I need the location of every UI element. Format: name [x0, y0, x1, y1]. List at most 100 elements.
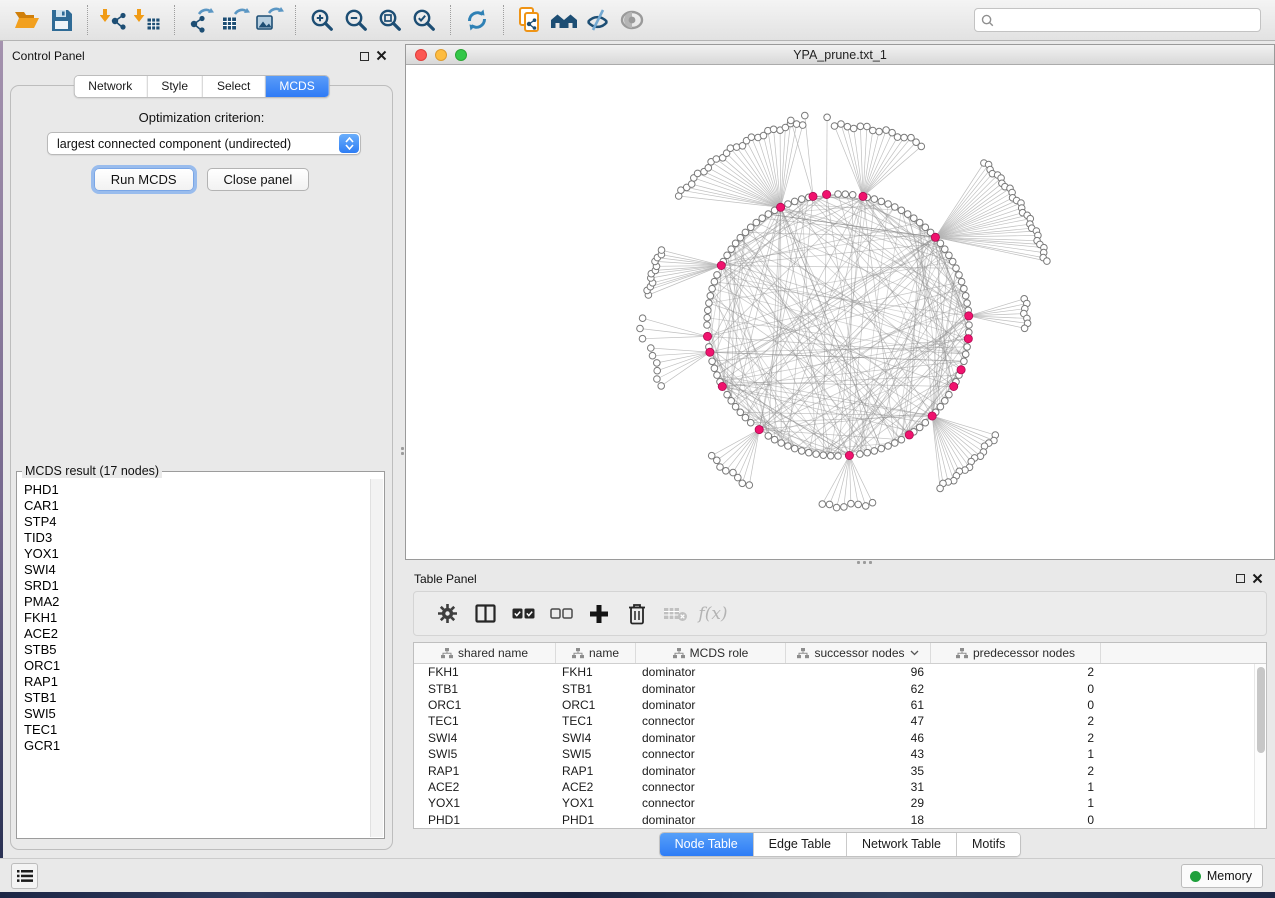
network-node[interactable]	[949, 258, 956, 265]
mcds-result-item[interactable]: PHD1	[24, 482, 370, 498]
network-node[interactable]	[885, 201, 892, 208]
network-node[interactable]	[848, 500, 855, 507]
network-hub-node[interactable]	[823, 190, 831, 198]
network-hub-node[interactable]	[703, 332, 711, 340]
float-panel-icon[interactable]	[1236, 574, 1245, 583]
mcds-result-item[interactable]: ORC1	[24, 658, 370, 674]
network-node[interactable]	[727, 145, 734, 152]
network-hub-node[interactable]	[859, 192, 867, 200]
mcds-result-item[interactable]: FKH1	[24, 610, 370, 626]
zoom-fit-icon[interactable]	[373, 5, 407, 35]
network-node[interactable]	[654, 360, 661, 367]
mcds-result-list[interactable]: PHD1CAR1STP4TID3YOX1SWI4SRD1PMA2FKH1ACE2…	[18, 480, 370, 837]
network-node[interactable]	[708, 452, 715, 459]
network-node[interactable]	[946, 391, 953, 398]
network-hub-node[interactable]	[717, 261, 725, 269]
column-header-name[interactable]: name	[556, 643, 636, 663]
network-hub-node[interactable]	[931, 233, 939, 241]
network-node[interactable]	[958, 278, 965, 285]
network-node[interactable]	[802, 112, 809, 119]
network-node[interactable]	[870, 127, 877, 134]
zoom-selected-icon[interactable]	[407, 5, 441, 35]
network-node[interactable]	[709, 285, 716, 292]
network-node[interactable]	[942, 246, 949, 253]
network-node[interactable]	[639, 315, 646, 322]
search-input[interactable]	[999, 13, 1254, 27]
network-hub-node[interactable]	[905, 431, 913, 439]
network-node[interactable]	[711, 365, 718, 372]
select-all-icon[interactable]	[504, 600, 542, 628]
network-node[interactable]	[707, 293, 714, 300]
mcds-result-item[interactable]: SRD1	[24, 578, 370, 594]
show-hide-annotations-icon[interactable]	[615, 5, 649, 35]
network-hub-node[interactable]	[809, 192, 817, 200]
network-node[interactable]	[878, 445, 885, 452]
network-hub-node[interactable]	[706, 348, 714, 356]
network-node[interactable]	[922, 224, 929, 231]
network-node[interactable]	[964, 300, 971, 307]
show-hide-panels-icon[interactable]	[547, 5, 581, 35]
network-node[interactable]	[746, 482, 753, 489]
network-hub-node[interactable]	[845, 451, 853, 459]
table-row[interactable]: YOX1YOX1connector291	[414, 795, 1254, 811]
add-column-icon[interactable]	[580, 600, 618, 628]
zoom-in-icon[interactable]	[305, 5, 339, 35]
delete-column-icon[interactable]	[618, 600, 656, 628]
network-node[interactable]	[704, 322, 711, 329]
tab-node-table[interactable]: Node Table	[660, 833, 754, 856]
mcds-result-item[interactable]: STP4	[24, 514, 370, 530]
network-node[interactable]	[894, 134, 901, 141]
network-node[interactable]	[961, 285, 968, 292]
network-node[interactable]	[705, 307, 712, 314]
network-node[interactable]	[730, 469, 737, 476]
network-node[interactable]	[765, 433, 772, 440]
network-node[interactable]	[737, 409, 744, 416]
column-header-successor-nodes[interactable]: successor nodes	[786, 643, 931, 663]
network-node[interactable]	[916, 219, 923, 226]
network-node[interactable]	[850, 125, 857, 132]
window-maximize-icon[interactable]	[455, 49, 467, 61]
refresh-icon[interactable]	[460, 5, 494, 35]
network-node[interactable]	[771, 436, 778, 443]
duplicate-network-icon[interactable]	[513, 5, 547, 35]
network-node[interactable]	[937, 485, 944, 492]
network-node[interactable]	[937, 403, 944, 410]
window-minimize-icon[interactable]	[435, 49, 447, 61]
network-node[interactable]	[962, 351, 969, 358]
open-folder-icon[interactable]	[10, 5, 44, 35]
network-node[interactable]	[937, 240, 944, 247]
network-node[interactable]	[791, 445, 798, 452]
network-node[interactable]	[713, 156, 720, 163]
tab-select[interactable]: Select	[203, 76, 265, 97]
network-node[interactable]	[724, 391, 731, 398]
export-image-icon[interactable]	[252, 5, 286, 35]
network-node[interactable]	[785, 201, 792, 208]
network-node[interactable]	[714, 272, 721, 279]
mcds-result-item[interactable]: SWI4	[24, 562, 370, 578]
network-node[interactable]	[1021, 325, 1028, 332]
network-node[interactable]	[892, 440, 899, 447]
network-hub-node[interactable]	[777, 203, 785, 211]
mcds-result-item[interactable]: ACE2	[24, 626, 370, 642]
save-icon[interactable]	[44, 5, 78, 35]
network-node[interactable]	[871, 196, 878, 203]
network-node[interactable]	[857, 451, 864, 458]
network-node[interactable]	[871, 448, 878, 455]
network-node[interactable]	[911, 215, 918, 222]
mcds-result-scrollbar[interactable]	[370, 479, 383, 837]
network-node[interactable]	[827, 453, 834, 460]
network-node[interactable]	[765, 211, 772, 218]
table-row[interactable]: SWI4SWI4dominator462	[414, 730, 1254, 746]
network-node[interactable]	[864, 123, 871, 130]
column-header-MCDS-role[interactable]: MCDS role	[636, 643, 786, 663]
network-node[interactable]	[742, 229, 749, 236]
network-node[interactable]	[876, 128, 883, 135]
network-node[interactable]	[901, 134, 908, 141]
tab-motifs[interactable]: Motifs	[957, 833, 1020, 856]
network-node[interactable]	[953, 265, 960, 272]
tab-edge-table[interactable]: Edge Table	[754, 833, 847, 856]
close-panel-icon[interactable]	[376, 50, 388, 62]
network-node[interactable]	[864, 449, 871, 456]
network-hub-node[interactable]	[755, 426, 763, 434]
network-node[interactable]	[904, 211, 911, 218]
